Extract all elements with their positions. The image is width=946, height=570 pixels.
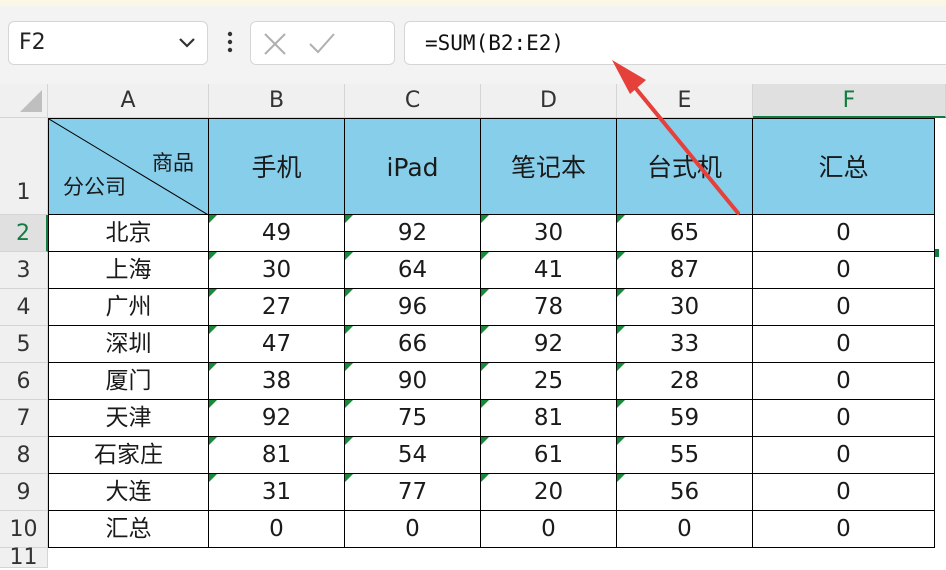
total-cell[interactable]: 0: [753, 215, 935, 252]
more-options-icon[interactable]: [223, 30, 237, 54]
city-cell[interactable]: 厦门: [48, 363, 209, 400]
row-header-2[interactable]: 2: [0, 215, 48, 252]
diagonal-header-cell[interactable]: 商品分公司: [48, 118, 210, 216]
value-cell[interactable]: 90: [345, 363, 481, 400]
column-header-f[interactable]: F: [753, 84, 946, 118]
total-cell[interactable]: 0: [753, 437, 935, 474]
value-cell[interactable]: 41: [481, 252, 617, 289]
summary-value-cell[interactable]: 0: [617, 511, 753, 548]
summary-label-cell[interactable]: 汇总: [48, 511, 209, 548]
value-cell[interactable]: 81: [481, 400, 617, 437]
summary-value-cell[interactable]: 0: [481, 511, 617, 548]
row-header-3[interactable]: 3: [0, 252, 48, 289]
column-header-d[interactable]: D: [481, 84, 617, 118]
row-header-1[interactable]: 1: [0, 118, 48, 215]
value-cell[interactable]: 81: [209, 437, 345, 474]
value-cell[interactable]: 30: [209, 252, 345, 289]
value-cell[interactable]: 54: [345, 437, 481, 474]
city-cell[interactable]: 大连: [48, 474, 209, 511]
column-header-a[interactable]: A: [48, 84, 209, 118]
value-cell[interactable]: 96: [345, 289, 481, 326]
name-box[interactable]: F2: [8, 21, 208, 65]
total-cell[interactable]: 0: [753, 326, 935, 363]
row-header-9[interactable]: 9: [0, 474, 48, 511]
total-cell[interactable]: 0: [753, 289, 935, 326]
value-cell[interactable]: 78: [481, 289, 617, 326]
total-cell[interactable]: 0: [753, 474, 935, 511]
value-cell[interactable]: 65: [617, 215, 753, 252]
summary-total-cell[interactable]: 0: [753, 511, 935, 548]
header-cell[interactable]: 手机: [209, 118, 345, 215]
value-cell[interactable]: 61: [481, 437, 617, 474]
row-header-6[interactable]: 6: [0, 363, 48, 400]
value-cell[interactable]: 64: [345, 252, 481, 289]
header-cell[interactable]: 台式机: [617, 118, 753, 215]
value-cell[interactable]: 56: [617, 474, 753, 511]
total-cell[interactable]: 0: [753, 252, 935, 289]
city-cell[interactable]: 天津: [48, 400, 209, 437]
summary-value-cell[interactable]: 0: [209, 511, 345, 548]
value-cell[interactable]: 33: [617, 326, 753, 363]
city-cell[interactable]: 深圳: [48, 326, 209, 363]
value-cell[interactable]: 28: [617, 363, 753, 400]
value-cell[interactable]: 27: [209, 289, 345, 326]
value-cell[interactable]: 30: [617, 289, 753, 326]
summary-value-cell[interactable]: 0: [345, 511, 481, 548]
formula-text: =SUM(B2:E2): [425, 31, 565, 55]
value-cell[interactable]: 66: [345, 326, 481, 363]
value-cell[interactable]: 31: [209, 474, 345, 511]
value-cell[interactable]: 59: [617, 400, 753, 437]
value-cell[interactable]: 55: [617, 437, 753, 474]
value-cell[interactable]: 77: [345, 474, 481, 511]
city-cell[interactable]: 广州: [48, 289, 209, 326]
select-all-button[interactable]: [0, 84, 48, 118]
row-header-11[interactable]: 11: [0, 547, 48, 569]
close-icon[interactable]: [261, 30, 289, 58]
city-cell[interactable]: 石家庄: [48, 437, 209, 474]
name-box-value: F2: [19, 30, 46, 55]
value-cell[interactable]: 75: [345, 400, 481, 437]
header-cell[interactable]: 笔记本: [481, 118, 617, 215]
value-cell[interactable]: 92: [345, 215, 481, 252]
row-header-7[interactable]: 7: [0, 400, 48, 437]
column-header-e[interactable]: E: [617, 84, 753, 118]
value-cell[interactable]: 38: [209, 363, 345, 400]
row-header-10[interactable]: 10: [0, 511, 48, 548]
value-cell[interactable]: 92: [209, 400, 345, 437]
value-cell[interactable]: 47: [209, 326, 345, 363]
header-goods-label: 商品: [152, 151, 194, 175]
header-cell[interactable]: 汇总: [753, 118, 935, 215]
header-branch-label: 分公司: [63, 175, 126, 199]
row-header-5[interactable]: 5: [0, 326, 48, 363]
row-header-8[interactable]: 8: [0, 437, 48, 474]
formula-tools: fx: [250, 21, 629, 65]
value-cell[interactable]: 87: [617, 252, 753, 289]
header-cell[interactable]: iPad: [345, 118, 481, 215]
column-header-c[interactable]: C: [345, 84, 481, 118]
value-cell[interactable]: 20: [481, 474, 617, 511]
total-cell[interactable]: 0: [753, 400, 935, 437]
check-icon[interactable]: [307, 30, 337, 58]
row-header-4[interactable]: 4: [0, 289, 48, 326]
value-cell[interactable]: 25: [481, 363, 617, 400]
value-cell[interactable]: 49: [209, 215, 345, 252]
spreadsheet-grid: A B C D E F 1 2 3 4 5 6 7 8 9 10 11 商品 分公司 手机 iPad 笔记本 台式机 汇总 北京…: [0, 84, 946, 569]
column-header-b[interactable]: B: [209, 84, 345, 118]
value-cell[interactable]: 30: [481, 215, 617, 252]
formula-bar[interactable]: =SUM(B2:E2): [404, 21, 946, 65]
city-cell[interactable]: 北京: [48, 215, 209, 252]
total-cell[interactable]: 0: [753, 363, 935, 400]
chevron-down-icon[interactable]: [177, 32, 197, 52]
city-cell[interactable]: 上海: [48, 252, 209, 289]
value-cell[interactable]: 92: [481, 326, 617, 363]
